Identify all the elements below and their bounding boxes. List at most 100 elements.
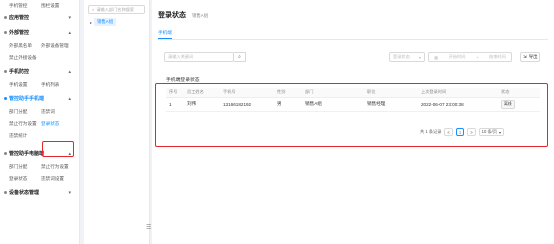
group-dot-icon: [4, 97, 7, 100]
cell-gender: 男: [274, 97, 302, 112]
chevron-up-icon: ▴: [68, 29, 71, 36]
tab-bar: 手机端: [158, 30, 548, 40]
keyword-placeholder: 请输入关键词: [168, 54, 194, 59]
chevron-down-icon: ▾: [499, 129, 502, 135]
calendar-icon: ▦: [434, 54, 439, 60]
cell-status: 离线: [498, 97, 540, 112]
group-dot-icon: [4, 191, 7, 194]
sidebar-group-label: 管控助手电脑端: [9, 151, 45, 157]
sidebar-group-label: 设备状态管理: [9, 190, 40, 196]
sidebar-group-label: 应用管控: [9, 15, 30, 21]
chevron-up-icon: ▴: [68, 68, 71, 75]
col-dept: 部门: [302, 88, 364, 98]
cell-index: 1: [166, 97, 184, 112]
col-phone: 手机号: [220, 88, 274, 98]
sidebar-group-assistant-mobile[interactable]: 管控助手手机端 ▴: [0, 91, 79, 106]
table-header-row: 序号 员工姓名 手机号 性别 部门 职位 上次登录时间 状态: [166, 88, 540, 98]
keyword-search-input[interactable]: 请输入关键词: [164, 52, 234, 62]
main-sidebar: 手机管控 围栏设置 应用管控 ▾ 外部管控 ▴ 外部黑名单 外部设备管理 禁止外…: [0, 0, 80, 244]
sidebar-item[interactable]: 手机管控: [9, 3, 41, 9]
page-title: 登录状态: [158, 12, 186, 19]
selected-item-highlight: [42, 141, 74, 157]
sidebar-item-login-status-pc[interactable]: 登录状态: [9, 176, 41, 182]
sidebar-item-forbid-behavior[interactable]: 禁止行为设置: [9, 121, 41, 127]
sidebar-group-phone-control[interactable]: 手机防控 ▴: [0, 64, 79, 79]
dept-tree-panel: ⌕ 请输入部门名称搜索 ▸ 销售A组: [84, 0, 150, 244]
sidebar-row: 禁止行为设置 登录状态: [0, 118, 79, 130]
sidebar-row: 部门分配 违禁词: [0, 106, 79, 118]
prev-page-button[interactable]: <: [444, 128, 453, 136]
chevron-down-icon: ▾: [418, 54, 421, 60]
sidebar-item-dept-assign[interactable]: 部门分配: [9, 109, 41, 115]
tree-node[interactable]: ▸ 销售A组: [90, 18, 149, 26]
sidebar-row: 部门分配 禁止行为设置: [0, 161, 79, 173]
sidebar-item-dept-assign-pc[interactable]: 部门分配: [9, 164, 41, 170]
tab-mobile[interactable]: 手机端: [158, 30, 172, 39]
table-row[interactable]: 1 刘伟 13166182192 男 销售A组 销售经理 2022-06-07 …: [166, 97, 540, 112]
sidebar-group-label: 手机防控: [9, 69, 30, 75]
cell-name: 刘伟: [184, 97, 220, 112]
search-button[interactable]: ⌕: [234, 52, 246, 62]
cell-phone: 13166182192: [220, 97, 274, 112]
sidebar-item-external-blacklist[interactable]: 外部黑名单: [9, 43, 41, 49]
sidebar-item-external-device-manage[interactable]: 外部设备管理: [41, 43, 73, 49]
sidebar-row: 登录状态 违禁词设置: [0, 173, 79, 185]
export-label: 导出: [528, 54, 538, 59]
date-start: 开始时间: [448, 54, 466, 59]
col-last-login: 上次登录时间: [418, 88, 498, 98]
login-status-table: 序号 员工姓名 手机号 性别 部门 职位 上次登录时间 状态 1 刘伟 1316…: [166, 88, 540, 112]
sidebar-row: 手机设置 手机列表: [0, 79, 79, 91]
chevron-down-icon: ▾: [68, 189, 71, 196]
page-size-label: 10 条/页: [481, 129, 498, 134]
chevron-up-icon: ▴: [68, 95, 71, 102]
sidebar-partial-row: 手机管控 围栏设置: [0, 2, 79, 10]
col-name: 员工姓名: [184, 88, 220, 98]
col-index: 序号: [166, 88, 184, 98]
status-placeholder: 登录状态: [393, 54, 410, 59]
search-icon: ⌕: [92, 7, 95, 12]
page-size-select[interactable]: 10 条/页 ▾: [478, 128, 505, 136]
chevron-down-icon: ▾: [68, 14, 71, 21]
tree-node-label: 销售A组: [94, 18, 117, 26]
collapse-panel-icon[interactable]: ☰: [146, 224, 151, 231]
sidebar-item-login-status[interactable]: 登录状态: [41, 121, 73, 127]
sidebar-group-device-status[interactable]: 设备状态管理 ▾: [0, 185, 79, 200]
sidebar-item-violation-stats[interactable]: 违禁统计: [9, 133, 41, 139]
date-range-picker[interactable]: ▦ 开始时间 ~ 结束时间: [428, 52, 512, 62]
sidebar-item-phone-settings[interactable]: 手机设置: [9, 82, 41, 88]
page-1-button[interactable]: 1: [455, 128, 465, 136]
page-subtitle: 销售A组: [192, 13, 209, 18]
export-button[interactable]: ⇲ 导出: [520, 52, 540, 62]
total-count: 共 1 条记录: [420, 129, 442, 134]
sidebar-item-forbidden-words[interactable]: 违禁词: [41, 109, 73, 115]
cell-last-login: 2022-06-07 23:00:38: [418, 97, 498, 112]
dept-search-input[interactable]: ⌕ 请输入部门名称搜索: [88, 5, 145, 14]
sidebar-group-label: 管控助手手机端: [9, 96, 45, 102]
sidebar-item-forbidden-words-pc[interactable]: 违禁词设置: [41, 176, 73, 182]
status-badge[interactable]: 离线: [501, 99, 515, 109]
sidebar-item-forbid-external-device[interactable]: 禁止外接设备: [9, 55, 69, 61]
export-icon: ⇲: [523, 54, 527, 59]
search-icon: ⌕: [238, 54, 241, 60]
group-dot-icon: [4, 152, 7, 155]
sidebar-row: 禁止外接设备: [0, 52, 79, 64]
group-dot-icon: [4, 70, 7, 73]
sidebar-group-external-control[interactable]: 外部管控 ▴: [0, 25, 79, 40]
sidebar-item[interactable]: 围栏设置: [41, 3, 73, 9]
sidebar-group-app-control[interactable]: 应用管控 ▾: [0, 10, 79, 25]
pagination: 共 1 条记录 < 1 > 10 条/页 ▾: [420, 128, 505, 136]
sidebar-row: 外部黑名单 外部设备管理: [0, 40, 79, 52]
next-page-button[interactable]: >: [467, 128, 476, 136]
section-title: 手机端登录状态: [166, 78, 200, 83]
col-gender: 性别: [274, 88, 302, 98]
cell-title: 销售经理: [364, 97, 418, 112]
login-status-select[interactable]: 登录状态 ▾: [389, 52, 425, 62]
col-title: 职位: [364, 88, 418, 98]
sidebar-item-phone-list[interactable]: 手机列表: [41, 82, 73, 88]
cell-dept: 销售A组: [302, 97, 364, 112]
sidebar-group-label: 外部管控: [9, 30, 30, 36]
filter-bar: 请输入关键词 ⌕ 登录状态 ▾ ▦ 开始时间 ~ 结束时间 ⇲ 导出: [164, 52, 542, 62]
group-dot-icon: [4, 31, 7, 34]
sidebar-item-forbid-behavior-pc[interactable]: 禁止行为设置: [41, 164, 73, 170]
date-end: 结束时间: [488, 54, 506, 59]
